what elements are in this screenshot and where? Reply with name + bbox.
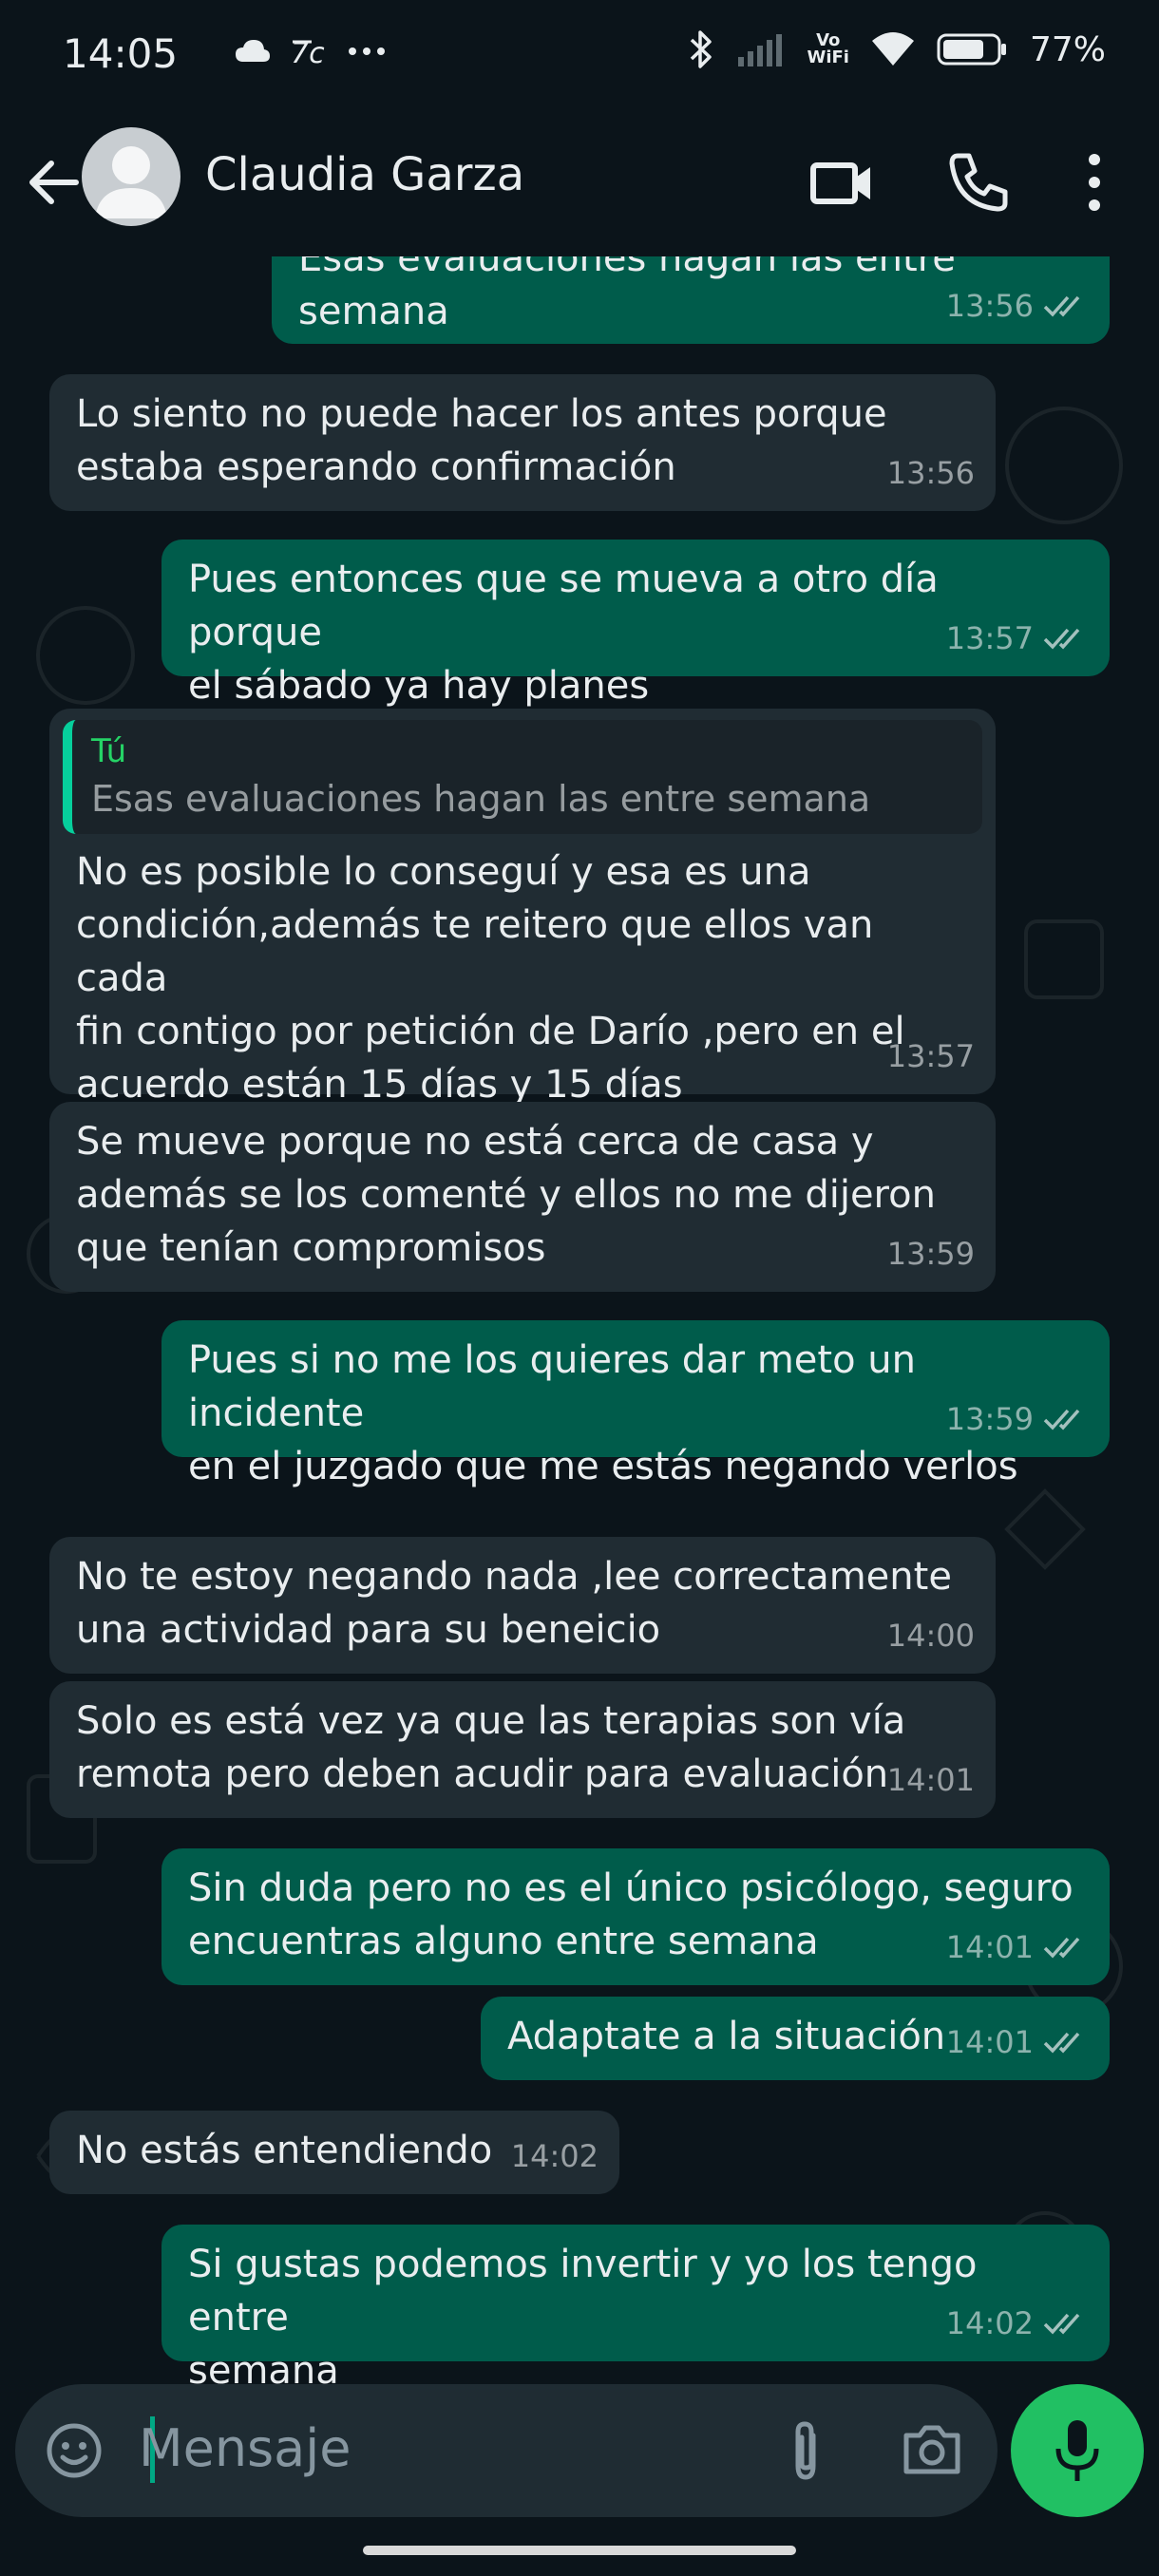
bluetooth-icon — [691, 30, 712, 68]
wifi-icon — [871, 32, 914, 66]
read-ticks-icon — [1043, 295, 1080, 317]
camera-icon[interactable] — [899, 2418, 965, 2479]
message-time: 14:02 — [945, 2305, 1034, 2341]
message-meta: 14:01 — [887, 1753, 975, 1807]
mic-button[interactable] — [1011, 2384, 1144, 2517]
message-time: 14:00 — [886, 1618, 975, 1654]
read-ticks-icon — [1043, 2313, 1080, 2335]
read-ticks-icon — [1043, 2032, 1080, 2054]
incoming-message[interactable]: Lo siento no puede hacer los antes porqu… — [49, 374, 996, 511]
message-time: 13:57 — [886, 1038, 975, 1074]
contact-name[interactable]: Claudia Garza — [205, 148, 524, 201]
incoming-message[interactable]: Tú Esas evaluaciones hagan las entre sem… — [49, 709, 996, 1107]
vowifi-indicator: Vo WiFi — [807, 32, 849, 66]
vowifi-bottom: WiFi — [807, 47, 849, 67]
status-time: 14:05 — [63, 30, 179, 77]
message-text: Lo siento no puede hacer los antes porqu… — [76, 392, 887, 489]
back-arrow-icon[interactable] — [19, 146, 91, 218]
incoming-message[interactable]: Solo es está vez ya que las terapias son… — [49, 1681, 996, 1818]
message-time: 13:56 — [945, 288, 1034, 324]
message-time: 14:01 — [945, 2024, 1034, 2060]
message-meta: 14:02 — [511, 2130, 598, 2183]
outgoing-message[interactable]: Sin duda pero no es el único psicólogo, … — [162, 1848, 1110, 1985]
more-vert-icon[interactable] — [1056, 144, 1132, 220]
video-call-icon[interactable] — [804, 144, 880, 220]
quote-text: Esas evaluaciones hagan las entre semana — [91, 778, 871, 820]
message-meta: 13:56 — [946, 279, 1089, 332]
outgoing-message[interactable]: Pues entonces que se mueva a otro día po… — [162, 540, 1110, 708]
home-indicator[interactable] — [363, 2546, 796, 2555]
message-text: No te estoy negando nada ,lee correctame… — [76, 1555, 952, 1652]
message-meta: 14:02 — [946, 2297, 1089, 2350]
message-meta: 13:57 — [887, 1030, 975, 1083]
message-input[interactable]: Mensaje — [15, 2384, 998, 2517]
system-icons: Vo WiFi 77% — [687, 28, 1106, 70]
read-ticks-icon — [1043, 628, 1080, 650]
message-meta: 14:00 — [887, 1609, 975, 1662]
battery-icon — [937, 33, 1006, 66]
tm-icon: 7c — [291, 37, 325, 68]
status-bar: 14:05 7c Vo WiFi 77% — [0, 0, 1159, 112]
more-dots-icon — [349, 47, 385, 55]
message-time: 14:01 — [945, 1929, 1034, 1965]
message-meta: 13:59 — [887, 1227, 975, 1280]
message-text: Solo es está vez ya que las terapias son… — [76, 1699, 906, 1796]
chat-header: Claudia Garza — [0, 112, 1159, 256]
incoming-message[interactable]: Se mueve porque no está cerca de casa y … — [49, 1102, 996, 1292]
outgoing-message[interactable]: Si gustas podemos invertir y yo los teng… — [162, 2225, 1110, 2384]
default-avatar-icon — [95, 146, 167, 218]
attach-icon[interactable] — [775, 2418, 836, 2485]
message-time: 13:59 — [945, 1401, 1034, 1437]
incoming-message[interactable]: No te estoy negando nada ,lee correctame… — [49, 1537, 996, 1674]
message-text: Se mueve porque no está cerca de casa y … — [76, 1120, 936, 1270]
message-time: 14:01 — [886, 1762, 975, 1798]
message-meta: 14:01 — [946, 1921, 1089, 1974]
quoted-message[interactable]: Tú Esas evaluaciones hagan las entre sem… — [63, 720, 982, 834]
notification-icons: 7c — [234, 34, 386, 68]
signal-icon — [738, 34, 783, 66]
voice-call-icon[interactable] — [939, 144, 1015, 220]
battery-percent: 77% — [1029, 29, 1106, 69]
chat-screen: 14:05 7c Vo WiFi 77% Claudia Garza Esas … — [0, 0, 1159, 2576]
message-meta: 13:59 — [946, 1392, 1089, 1446]
message-list[interactable]: Esas evaluaciones hagan las entre semana… — [0, 256, 1159, 2384]
outgoing-message[interactable]: Adaptate a la situación 14:01 — [481, 1997, 1110, 2080]
cloud-icon — [236, 40, 270, 62]
message-time: 13:56 — [886, 455, 975, 491]
message-time: 13:59 — [886, 1236, 975, 1272]
mic-icon — [1055, 2420, 1099, 2481]
avatar[interactable] — [82, 127, 180, 226]
message-text: No es posible lo conseguí y esa es una c… — [76, 850, 905, 1107]
message-time: 14:02 — [510, 2138, 598, 2174]
incoming-message[interactable]: No estás entendiendo 14:02 — [49, 2111, 619, 2194]
message-time: 13:57 — [945, 620, 1034, 656]
outgoing-message[interactable]: Esas evaluaciones hagan las entre semana… — [272, 256, 1110, 344]
message-meta: 14:01 — [946, 2016, 1089, 2069]
message-meta: 13:57 — [946, 612, 1089, 665]
message-meta: 13:56 — [887, 446, 975, 500]
read-ticks-icon — [1043, 1937, 1080, 1959]
emoji-icon[interactable] — [44, 2420, 104, 2481]
outgoing-message[interactable]: Pues si no me los quieres dar meto un in… — [162, 1320, 1110, 1488]
read-ticks-icon — [1043, 1409, 1080, 1430]
input-bar: Mensaje — [0, 2384, 1159, 2527]
quote-author: Tú — [91, 732, 127, 770]
message-placeholder: Mensaje — [139, 2418, 352, 2478]
